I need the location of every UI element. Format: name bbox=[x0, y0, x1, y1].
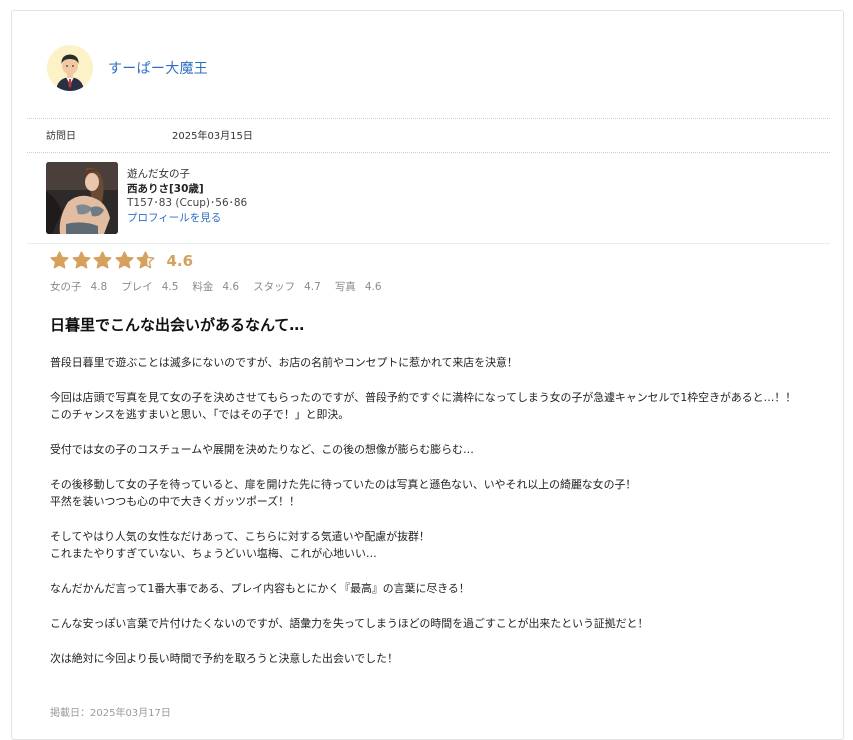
girl-photo[interactable] bbox=[46, 162, 118, 234]
review-line: こんな安っぽい言葉で片付けたくないのですが、語彙力を失ってしまうほどの時間を過ご… bbox=[50, 617, 649, 630]
sub-score-value: 4.6 bbox=[364, 281, 382, 293]
sub-score-label: プレイ bbox=[121, 281, 153, 293]
visit-date-value: 2025年03月15日 bbox=[172, 131, 253, 142]
sub-score-label: 女の子 bbox=[50, 281, 82, 293]
review-line: このチャンスを逃すまいと思い、「ではその子で！」と即決。 bbox=[50, 408, 350, 422]
sub-score-value: 4.5 bbox=[161, 281, 179, 293]
reviewer: すーぱー大魔王 bbox=[47, 45, 208, 91]
star-full-icon bbox=[115, 251, 133, 269]
sub-score-label: スタッフ bbox=[253, 281, 296, 293]
sub-score: 女の子 4.8 bbox=[50, 279, 107, 294]
sub-score: スタッフ 4.7 bbox=[253, 279, 321, 294]
review-line: これまたやりすぎていない、ちょうどいい塩梅、これが心地いい… bbox=[50, 547, 377, 561]
star-full-icon bbox=[50, 251, 69, 269]
overall-score: 4.6 bbox=[166, 251, 194, 270]
sub-score-value: 4.8 bbox=[90, 281, 108, 293]
sub-score-value: 4.6 bbox=[222, 281, 240, 293]
divider bbox=[27, 118, 830, 119]
sub-score-label: 料金 bbox=[192, 281, 214, 293]
review-line: 次は絶対に今回より長い時間で予約を取ろうと決意した出会いでした！ bbox=[50, 651, 398, 665]
divider bbox=[27, 152, 830, 153]
star-full-icon bbox=[93, 251, 112, 269]
review-title: 日暮里でこんな出会いがあるなんて… bbox=[50, 316, 305, 334]
girl-specs: T157･83 (Ccup)･56･86 bbox=[127, 197, 248, 209]
sub-scores: 女の子 4.8 プレイ 4.5 料金 4.6 スタッフ 4.7 写真 4.6 bbox=[50, 279, 396, 294]
sub-score: 料金 4.6 bbox=[192, 279, 239, 294]
review-line: 受付では女の子のコスチュームや展開を決めたりなど、この後の想像が膨らむ膨らむ… bbox=[50, 443, 474, 456]
visit-date-row: 訪問日 2025年03月15日 bbox=[46, 127, 253, 142]
star-full-icon bbox=[72, 251, 90, 269]
sub-score-label: 写真 bbox=[334, 281, 356, 293]
sub-score-value: 4.7 bbox=[304, 281, 321, 293]
girl-info-block: 遊んだ女の子 西ありさ[30歳] T157･83 (Ccup)･56･86 プロ… bbox=[46, 162, 247, 234]
review-line: 平然を装いつつも心の中で大きくガッツポーズ！！ bbox=[50, 495, 300, 509]
man-avatar-icon[interactable] bbox=[47, 45, 93, 91]
sub-score: 写真 4.6 bbox=[335, 279, 382, 294]
girl-info-text: 遊んだ女の子 西ありさ[30歳] T157･83 (Ccup)･56･86 プロ… bbox=[127, 162, 247, 234]
review-card: すーぱー大魔王 訪問日 2025年03月15日 遊んだ女の子 西ありさ[30歳]… bbox=[11, 10, 844, 740]
reviewer-name-link[interactable]: すーぱー大魔王 bbox=[108, 58, 208, 78]
rating: 4.6 bbox=[50, 251, 193, 270]
review-line: 今回は店頭で写真を見て女の子を決めさせてもらったのですが、普段予約ですぐに満枠に… bbox=[50, 390, 797, 404]
review-line: なんだかんだ言って1番大事である、プレイ内容もとにかく『最高』の言葉に尽きる！ bbox=[50, 582, 470, 596]
review-line: その後移動して女の子を待っていると、扉を開けた先に待っていたのは写真と遜色ない、… bbox=[50, 477, 637, 491]
review-line: 普段日暮里で遊ぶことは滅多にないのですが、お店の名前やコンセプトに惹かれて来店を… bbox=[50, 356, 518, 369]
star-half-icon bbox=[136, 251, 155, 269]
star-rating bbox=[50, 251, 158, 270]
sub-score: プレイ 4.5 bbox=[121, 279, 178, 294]
divider bbox=[27, 243, 830, 244]
girl-name: 西ありさ[30歳] bbox=[127, 182, 204, 195]
profile-link[interactable]: プロフィールを見る bbox=[127, 212, 221, 224]
review-body: 普段日暮里で遊ぶことは滅多にないのですが、お店の名前やコンセプトに惹かれて来店を… bbox=[50, 354, 820, 667]
review-line: そしてやはり人気の女性なだけあって、こちらに対する気遣いや配慮が抜群！ bbox=[50, 530, 430, 543]
girl-section-label: 遊んだ女の子 bbox=[127, 168, 190, 180]
posted-date: 掲載日：2025年03月17日 bbox=[50, 708, 171, 719]
visit-date-label: 訪問日 bbox=[46, 131, 76, 142]
